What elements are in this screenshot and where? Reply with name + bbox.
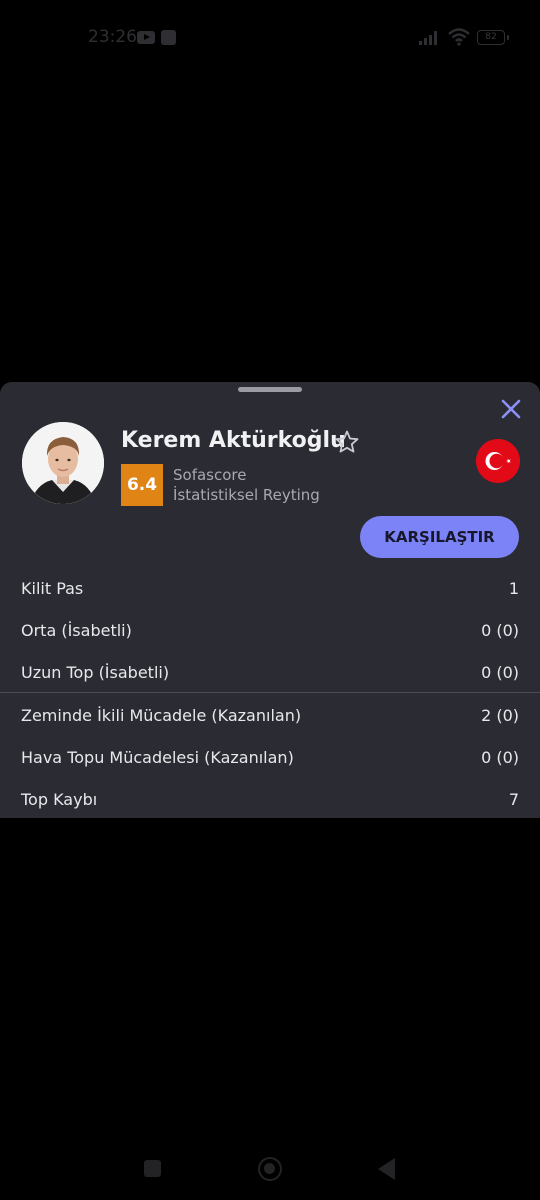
section-divider [0,692,540,693]
wifi-icon [448,28,470,46]
youtube-icon [137,31,155,44]
stat-label: Top Kaybı [21,790,98,809]
player-avatar [22,422,104,504]
stat-row: Orta (İsabetli) 0 (0) [0,610,540,652]
player-photo-icon [22,422,104,504]
player-name: Kerem Aktürkoğlu [121,428,346,453]
stat-value: 0 (0) [481,663,519,682]
stat-value: 0 (0) [481,621,519,640]
status-bar: 23:26 82 [0,0,540,76]
stat-label: Hava Topu Mücadelesi (Kazanılan) [21,748,294,767]
stat-label: Kilit Pas [21,579,84,598]
stat-row: Kilit Pas 1 [0,568,540,610]
stat-value: 2 (0) [481,706,519,725]
drag-handle[interactable] [238,387,302,392]
battery-level: 82 [485,32,497,42]
stat-value: 1 [508,579,519,598]
stat-label: Uzun Top (İsabetli) [21,663,170,682]
rating-badge: 6.4 [121,464,163,506]
stat-row: Zeminde İkili Mücadele (Kazanılan) 2 (0) [0,695,540,737]
rating-source: Sofascore [173,466,247,484]
home-icon[interactable] [258,1157,282,1181]
close-icon[interactable] [497,395,525,423]
stat-row: Hava Topu Mücadelesi (Kazanılan) 0 (0) [0,737,540,779]
stat-value: 7 [508,790,519,809]
turkey-flag-icon [476,439,520,483]
player-bottom-sheet: Kerem Aktürkoğlu 6.4 Sofascore İstatisti… [0,382,540,818]
compare-button[interactable]: KARŞILAŞTIR [360,516,519,558]
app-icon [161,30,176,45]
battery-icon: 82 [477,30,509,45]
back-icon[interactable] [378,1158,395,1180]
signal-icon [419,31,437,45]
stat-label: Zeminde İkili Mücadele (Kazanılan) [21,706,302,725]
recent-apps-icon[interactable] [144,1160,161,1177]
rating-label: İstatistiksel Reyting [173,486,320,504]
stat-row: Top Kaybı 7 [0,779,540,821]
star-outline-icon[interactable] [333,428,361,456]
stat-row: Uzun Top (İsabetli) 0 (0) [0,652,540,694]
stat-label: Orta (İsabetli) [21,621,132,640]
stat-value: 0 (0) [481,748,519,767]
status-time: 23:26 [88,27,137,47]
